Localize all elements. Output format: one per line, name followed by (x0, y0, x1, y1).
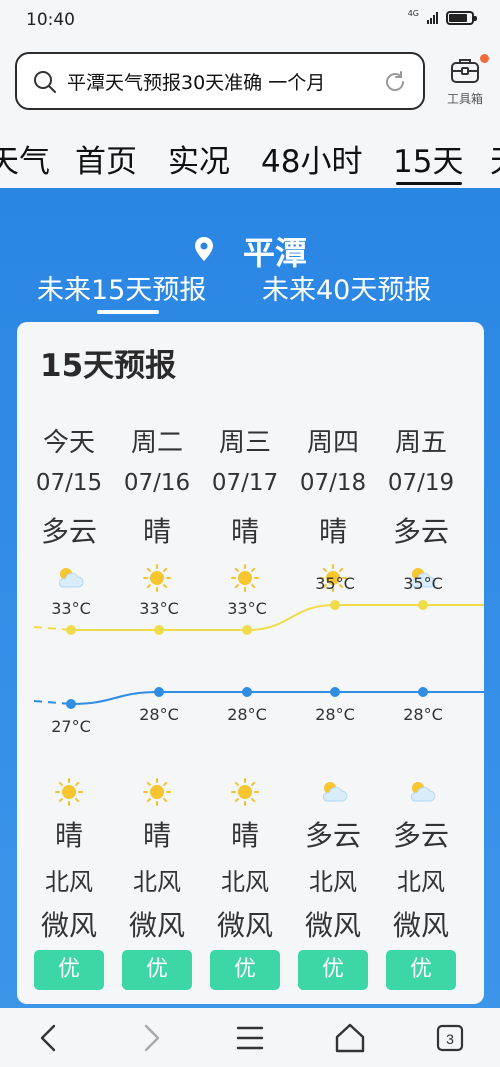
low-temp-point (242, 687, 252, 697)
day-name: 周二 (130, 428, 183, 458)
cloud-sun-icon (318, 777, 348, 807)
tabs-switcher-icon[interactable]: 3 (432, 1020, 468, 1056)
refresh-icon[interactable] (383, 70, 407, 94)
high-temp-point (330, 600, 340, 610)
tab-home[interactable]: 首页 (75, 136, 137, 181)
tab-weather[interactable]: 天气 (0, 136, 50, 181)
tab-bar: 天气 首页 实况 48小时 15天 天 (0, 130, 500, 188)
wind-direction: 北风 (397, 868, 445, 896)
low-temp-point (154, 687, 164, 697)
day-date: 07/19 (387, 470, 455, 496)
night-weather-text: 晴 (142, 819, 171, 852)
sub-tab-indicator (97, 310, 159, 314)
wind-level: 微风 (304, 909, 361, 942)
day-weather-text: 晴 (230, 515, 259, 548)
day-name: 周五 (394, 428, 447, 458)
low-temp-label: 28°C (315, 705, 355, 724)
day-date: 07/15 (35, 470, 103, 496)
high-temp-label: 35°C (403, 574, 443, 593)
search-input[interactable]: 平潭天气预报30天准确 一个月 (15, 52, 425, 110)
menu-icon[interactable] (232, 1020, 268, 1056)
day-date: 07/18 (299, 470, 367, 496)
tab-40-day-forecast[interactable]: 未来40天预报 (262, 268, 431, 307)
status-time: 10:40 (26, 10, 75, 30)
low-temp-point (330, 687, 340, 697)
sun-icon (230, 777, 260, 807)
series-lead-in (33, 700, 72, 705)
aqi-badge[interactable]: 优 (210, 950, 280, 990)
status-icons: 4G (407, 8, 477, 25)
tab-15days[interactable]: 15天 (393, 136, 463, 181)
search-query: 平潭天气预报30天准确 一个月 (67, 72, 326, 94)
wind-direction: 北风 (133, 868, 181, 896)
day-weather-text: 晴 (318, 515, 347, 548)
night-weather-text: 多云 (304, 819, 361, 852)
sun-icon (142, 777, 172, 807)
aqi-badge[interactable]: 优 (386, 950, 456, 990)
wind-direction: 北风 (221, 868, 269, 896)
day-name: 周四 (306, 428, 359, 458)
low-temp-point (418, 687, 428, 697)
aqi-badge[interactable]: 优 (298, 950, 368, 990)
forward-icon[interactable] (132, 1020, 168, 1056)
browser-bottom-nav: 3 (0, 1008, 500, 1067)
day-name: 今天 (42, 428, 95, 458)
day-weather-text: 晴 (142, 515, 171, 548)
wind-direction: 北风 (45, 868, 93, 896)
wind-direction: 北风 (309, 868, 357, 896)
aqi-badge[interactable]: 优 (34, 950, 104, 990)
active-tab-indicator (396, 182, 462, 185)
temperature-chart: 33°C 33°C 33°C 35°C 35°C 27°C 28°C 28°C 28°C 28°C (33, 574, 484, 736)
notification-dot (480, 54, 489, 63)
low-temp-label: 28°C (403, 705, 443, 724)
low-temp-label: 27°C (51, 717, 91, 736)
tab-count: 3 (446, 1031, 454, 1047)
toolbox-icon (451, 59, 479, 83)
battery-icon (446, 11, 477, 25)
low-temp-label: 28°C (139, 705, 179, 724)
home-icon[interactable] (332, 1020, 368, 1056)
low-temp-label: 28°C (227, 705, 267, 724)
night-weather-text: 晴 (230, 819, 259, 852)
toolbox-button[interactable]: 工具箱 (438, 54, 492, 110)
series-lead-in (33, 626, 72, 631)
night-weather-text: 晴 (54, 819, 83, 852)
network-label: 4G (407, 8, 419, 18)
toolbox-label: 工具箱 (446, 92, 483, 106)
signal-icon (427, 12, 438, 24)
tab-more[interactable]: 天 (490, 136, 500, 181)
high-temp-label: 33°C (51, 599, 91, 618)
high-temp-label: 35°C (315, 574, 355, 593)
day-date: 07/16 (123, 470, 191, 496)
night-weather-text: 多云 (392, 819, 449, 852)
high-temp-label: 33°C (227, 599, 267, 618)
back-icon[interactable] (32, 1020, 68, 1056)
high-temp-point (242, 625, 252, 635)
day-date: 07/17 (211, 470, 279, 496)
wind-level: 微风 (392, 909, 449, 942)
tab-15-day-forecast[interactable]: 未来15天预报 (37, 268, 206, 307)
status-bar: 10:40 4G (0, 0, 500, 42)
card-title: 15天预报 (40, 348, 177, 384)
tab-live[interactable]: 实况 (168, 136, 230, 181)
wind-level: 微风 (40, 909, 97, 942)
day-name: 周三 (218, 428, 271, 458)
tab-48hours[interactable]: 48小时 (261, 136, 362, 181)
aqi-badge[interactable]: 优 (122, 950, 192, 990)
cloud-sun-icon (406, 777, 436, 807)
wind-level: 微风 (216, 909, 273, 942)
day-weather-text: 多云 (392, 515, 449, 548)
high-temp-point (66, 625, 76, 635)
high-temp-point (418, 600, 428, 610)
low-temp-point (66, 699, 76, 709)
day-weather-text: 多云 (40, 515, 97, 548)
wind-level: 微风 (128, 909, 185, 942)
search-icon (34, 71, 56, 93)
high-temp-point (154, 625, 164, 635)
sun-icon (54, 777, 84, 807)
high-temp-label: 33°C (139, 599, 179, 618)
